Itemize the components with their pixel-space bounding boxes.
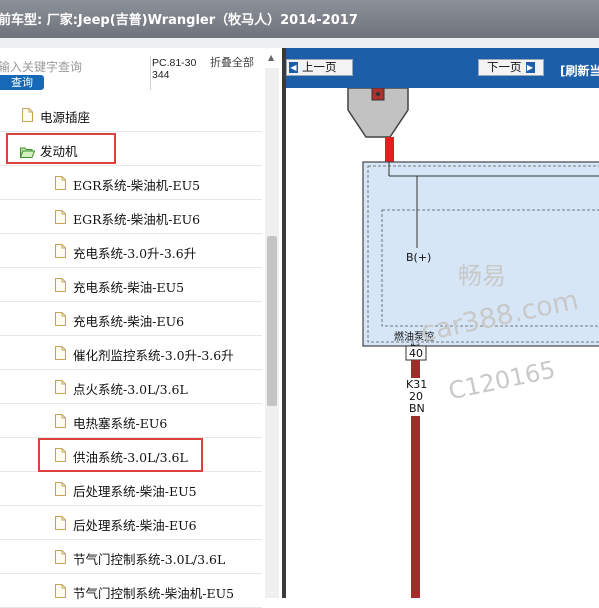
highlight-box — [6, 133, 116, 164]
collapse-all-button[interactable]: 折叠全部 — [210, 57, 254, 69]
document-icon — [55, 311, 66, 326]
tree-item[interactable]: 电热塞系统-EU6 — [0, 404, 262, 438]
tree-item[interactable]: 供油系统-3.0L/3.6L — [0, 438, 262, 472]
tree-item[interactable]: 后处理系统-柴油-EU5 — [0, 472, 262, 506]
pin-label: B(+) — [406, 251, 431, 264]
query-button[interactable]: 查询 — [0, 75, 44, 90]
prev-page-button[interactable]: ◀ 上一页 — [286, 59, 353, 76]
pc-code: PC.81-30344 — [152, 57, 197, 81]
document-icon — [55, 583, 66, 598]
left-arrow-icon: ◀ — [289, 62, 298, 73]
refresh-link[interactable]: [刷新当 — [560, 62, 599, 79]
connector-pin-dot — [376, 92, 380, 96]
document-icon — [55, 515, 66, 530]
tree-item-label: 节气门控制系统-3.0L/3.6L — [73, 552, 226, 567]
prev-page-label: 上一页 — [302, 60, 337, 74]
tree-item-label: 催化剂监控系统-3.0升-3.6升 — [73, 348, 234, 363]
title-bar: 前车型: 厂家:Jeep(吉普)Wrangler（牧马人）2014-2017 — [0, 0, 599, 38]
tree-item-label: 节气门控制系统-柴油机-EU5 — [73, 586, 235, 601]
tree-item[interactable]: 点火系统-3.0L/3.6L — [0, 370, 262, 404]
diagram-nav-bar: ◀ 上一页 下一页 ▶ [刷新当 — [286, 48, 599, 88]
tree-item-label: 充电系统-柴油-EU6 — [73, 314, 185, 329]
document-icon — [55, 481, 66, 496]
tree-item[interactable]: 发动机 — [0, 132, 262, 166]
document-icon — [55, 175, 66, 190]
tree-item-label: 电热塞系统-EU6 — [73, 416, 168, 431]
next-page-button[interactable]: 下一页 ▶ — [478, 59, 544, 76]
tree-item-label: EGR系统-柴油机-EU5 — [73, 178, 201, 193]
tree-item[interactable]: EGR系统-柴油机-EU5 — [0, 166, 262, 200]
wire-color: BN — [409, 402, 425, 415]
scrollbar-thumb[interactable] — [267, 236, 277, 406]
tree-item[interactable]: 电源插座 — [0, 98, 262, 132]
tree-item[interactable]: 节气门控制系统-3.0L/3.6L — [0, 540, 262, 574]
divider — [150, 56, 151, 90]
next-page-label: 下一页 — [487, 60, 522, 74]
tree-item-label: 后处理系统-柴油-EU5 — [73, 484, 197, 499]
tree-item[interactable]: 后处理系统-柴油-EU6 — [0, 506, 262, 540]
watermark-text-1: 畅易 — [458, 262, 506, 290]
tree-item[interactable]: 催化剂监控系统-3.0升-3.6升 — [0, 336, 262, 370]
tree-item[interactable]: 充电系统-柴油-EU5 — [0, 268, 262, 302]
wire-segment — [411, 360, 420, 378]
search-input[interactable] — [0, 59, 116, 75]
tree-item-label: 点火系统-3.0L/3.6L — [73, 382, 188, 397]
scroll-up-arrow-icon[interactable]: ▲ — [268, 54, 277, 62]
document-icon — [22, 107, 33, 122]
document-icon — [55, 413, 66, 428]
right-panel: ◀上一页 下一页▶ [刷新当 B(+) 燃油泵控 制 40 — [286, 48, 599, 598]
tree-item-label: 充电系统-3.0升-3.6升 — [73, 246, 197, 261]
document-icon — [55, 277, 66, 292]
left-panel: 查询 PC.81-30344 折叠全部 ▲ 电源插座发动机 EGR系统-柴油机-E… — [0, 48, 282, 608]
tree-item[interactable]: 充电系统-柴油-EU6 — [0, 302, 262, 336]
wire-bottom — [411, 416, 420, 598]
right-arrow-icon: ▶ — [525, 62, 535, 73]
wiring-diagram: B(+) 燃油泵控 制 40 K31 20 BN 畅易 car388.com C… — [286, 87, 599, 598]
tree-item-label: 后处理系统-柴油-EU6 — [73, 518, 197, 533]
tree-item-label: 电源插座 — [40, 110, 91, 125]
tree-item[interactable]: 节气门控制系统-柴油机-EU5 — [0, 574, 262, 608]
tree-item-label: 充电系统-柴油-EU5 — [73, 280, 185, 295]
toolbar-strip — [0, 38, 599, 48]
component-tree: 电源插座发动机 EGR系统-柴油机-EU5 EGR系统-柴油机-EU6 充电系统-3.… — [0, 98, 262, 608]
document-icon — [55, 345, 66, 360]
document-icon — [55, 549, 66, 564]
pin-number: 40 — [409, 347, 423, 360]
document-icon — [55, 209, 66, 224]
highlight-box — [38, 438, 203, 472]
tree-item[interactable]: 充电系统-3.0升-3.6升 — [0, 234, 262, 268]
window-title: 前车型: 厂家:Jeep(吉普)Wrangler（牧马人）2014-2017 — [0, 13, 358, 28]
tree-item[interactable]: EGR系统-柴油机-EU6 — [0, 200, 262, 234]
document-icon — [55, 379, 66, 394]
document-icon — [55, 243, 66, 258]
wire-top — [385, 137, 394, 162]
tree-scrollbar[interactable] — [265, 68, 279, 598]
tree-item-label: EGR系统-柴油机-EU6 — [73, 212, 201, 227]
search-row: 查询 PC.81-30344 折叠全部 ▲ — [0, 48, 282, 98]
